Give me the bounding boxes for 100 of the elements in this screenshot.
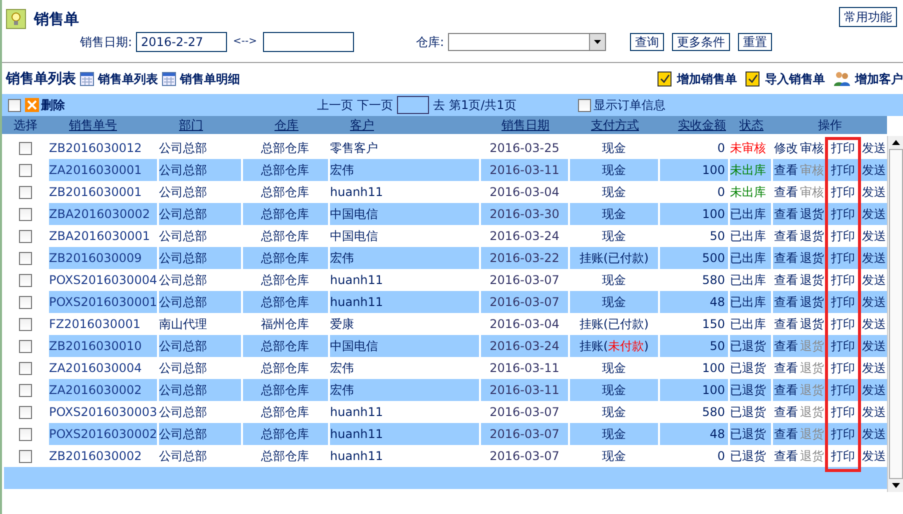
view-link[interactable]: 销售单明细 <box>180 70 240 88</box>
row-checkbox[interactable] <box>19 186 32 198</box>
row-action-link[interactable]: 发送 <box>862 359 886 377</box>
prev-page-link[interactable]: 上一页 <box>317 96 353 114</box>
row-checkbox[interactable] <box>19 450 32 462</box>
row-action-link[interactable]: 发送 <box>862 337 886 355</box>
row-action-link[interactable]: 发送 <box>862 205 886 223</box>
row-action-link[interactable]: 退货 <box>800 271 824 289</box>
row-checkbox[interactable] <box>19 340 32 352</box>
row-checkbox[interactable] <box>19 208 32 220</box>
column-header[interactable]: 仓库 <box>274 116 298 134</box>
table-cell-text: 公司总部 <box>159 140 207 157</box>
row-action-link[interactable]: 审核 <box>800 139 824 157</box>
next-page-link[interactable]: 下一页 <box>357 96 393 114</box>
row-action-link[interactable]: 发送 <box>862 425 886 443</box>
row-action-link[interactable]: 查看 <box>774 271 798 289</box>
row-checkbox[interactable] <box>19 296 32 308</box>
row-action-link[interactable]: 查看 <box>774 337 798 355</box>
row-action-link[interactable]: 打印 <box>831 227 855 245</box>
column-header[interactable]: 状态 <box>740 116 764 134</box>
row-action-link[interactable]: 发送 <box>862 403 886 421</box>
row-action-link[interactable]: 修改 <box>774 139 798 157</box>
row-action-link[interactable]: 打印 <box>831 381 855 399</box>
row-action-link[interactable]: 发送 <box>862 227 886 245</box>
show-info-checkbox[interactable] <box>578 98 592 112</box>
filter-button[interactable]: 重置 <box>738 32 772 50</box>
row-action-link[interactable]: 发送 <box>862 249 886 267</box>
row-action-link[interactable]: 查看 <box>774 183 798 201</box>
row-checkbox[interactable] <box>19 318 32 330</box>
row-action-link[interactable]: 退货 <box>800 403 824 421</box>
column-header[interactable]: 销售单号 <box>69 116 117 134</box>
row-action-link[interactable]: 打印 <box>831 183 855 201</box>
row-action-link[interactable]: 查看 <box>774 403 798 421</box>
row-action-link[interactable]: 退货 <box>800 293 824 311</box>
filter-button[interactable]: 更多条件 <box>672 32 730 50</box>
row-action-link[interactable]: 打印 <box>831 403 855 421</box>
row-action-link[interactable]: 发送 <box>862 293 886 311</box>
row-action-link[interactable]: 查看 <box>774 425 798 443</box>
menu-button[interactable]: 常用功能 <box>839 7 897 27</box>
row-action-link[interactable]: 查看 <box>774 227 798 245</box>
row-action-link[interactable]: 退货 <box>800 315 824 333</box>
row-action-link[interactable]: 打印 <box>831 315 855 333</box>
filter-button[interactable]: 查询 <box>630 32 664 50</box>
column-header[interactable]: 客户 <box>350 116 374 134</box>
row-action-link[interactable]: 查看 <box>774 161 798 179</box>
row-action-link[interactable]: 查看 <box>774 381 798 399</box>
row-action-link[interactable]: 审核 <box>800 183 824 201</box>
date-field[interactable]: 2016-2-27 <box>136 32 228 52</box>
page-field[interactable] <box>397 96 429 114</box>
column-header[interactable]: 销售日期 <box>502 116 550 134</box>
row-action-link[interactable]: 发送 <box>862 447 886 465</box>
column-header[interactable]: 部门 <box>179 116 203 134</box>
row-action-link[interactable]: 发送 <box>862 271 886 289</box>
row-action-link[interactable]: 查看 <box>774 205 798 223</box>
row-action-link[interactable]: 查看 <box>774 359 798 377</box>
row-action-link[interactable]: 打印 <box>831 359 855 377</box>
column-header[interactable]: 实收金额 <box>678 116 726 134</box>
row-action-link[interactable]: 打印 <box>831 161 855 179</box>
row-action-link[interactable]: 发送 <box>862 315 886 333</box>
row-action-link[interactable]: 查看 <box>774 293 798 311</box>
row-action-link[interactable]: 打印 <box>831 271 855 289</box>
row-action-link[interactable]: 退货 <box>800 359 824 377</box>
row-action-link[interactable]: 打印 <box>831 425 855 443</box>
row-action-link[interactable]: 退货 <box>800 447 824 465</box>
row-checkbox[interactable] <box>19 142 32 154</box>
row-action-link[interactable]: 打印 <box>831 293 855 311</box>
row-action-link[interactable]: 发送 <box>862 161 886 179</box>
table-cell-text: 现金 <box>602 184 626 201</box>
row-action-link[interactable]: 发送 <box>862 381 886 399</box>
action-link[interactable]: 导入销售单 <box>765 70 825 88</box>
row-checkbox[interactable] <box>19 384 32 396</box>
row-action-link[interactable]: 查看 <box>774 315 798 333</box>
column-header[interactable]: 支付方式 <box>591 116 639 134</box>
row-checkbox[interactable] <box>19 406 32 418</box>
delete-button[interactable]: 删除 <box>41 96 65 114</box>
action-link[interactable]: 增加客户 <box>855 70 903 88</box>
row-action-link[interactable]: 查看 <box>774 447 798 465</box>
row-checkbox[interactable] <box>19 428 32 440</box>
row-checkbox[interactable] <box>19 230 32 242</box>
row-action-link[interactable]: 打印 <box>831 337 855 355</box>
row-checkbox[interactable] <box>19 274 32 286</box>
row-checkbox[interactable] <box>19 164 32 176</box>
row-action-link[interactable]: 退货 <box>800 227 824 245</box>
row-action-link[interactable]: 打印 <box>831 205 855 223</box>
view-link[interactable]: 销售单列表 <box>98 70 158 88</box>
action-link[interactable]: 增加销售单 <box>677 70 737 88</box>
scrollbar[interactable] <box>887 136 903 492</box>
row-action-link[interactable]: 发送 <box>862 183 886 201</box>
row-action-link[interactable]: 打印 <box>831 249 855 267</box>
row-action-link[interactable]: 打印 <box>831 447 855 465</box>
row-action-link[interactable]: 打印 <box>831 139 855 157</box>
warehouse-dropdown[interactable] <box>448 32 606 50</box>
row-action-link[interactable]: 查看 <box>774 249 798 267</box>
select-all-checkbox[interactable] <box>8 98 21 112</box>
row-checkbox[interactable] <box>19 362 32 374</box>
row-action-link[interactable]: 发送 <box>862 139 886 157</box>
row-checkbox[interactable] <box>19 252 32 264</box>
date-field[interactable] <box>263 32 354 52</box>
row-action-link[interactable]: 退货 <box>800 205 824 223</box>
row-action-link[interactable]: 退货 <box>800 249 824 267</box>
